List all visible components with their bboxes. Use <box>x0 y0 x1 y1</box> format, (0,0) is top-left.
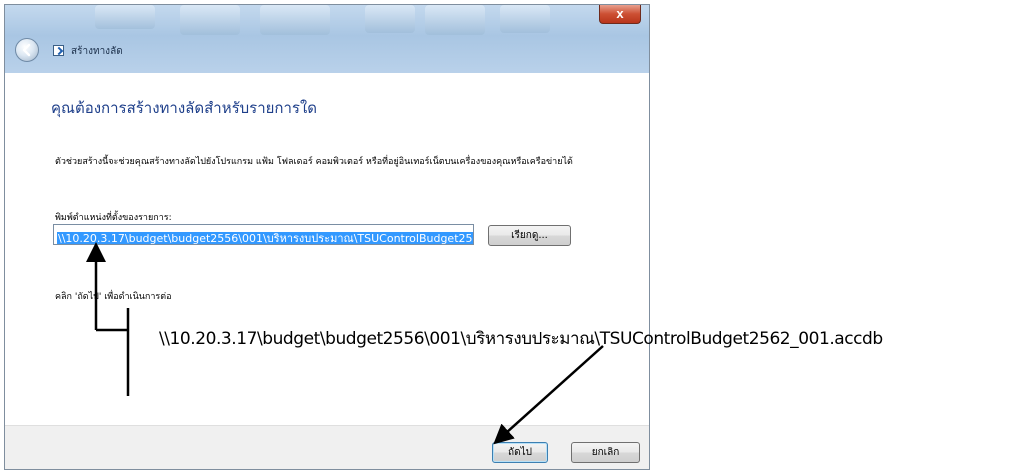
annotation-lines <box>86 242 604 445</box>
annotation-path-text: \\10.20.3.17\budget\budget2556\001\บริหา… <box>159 329 883 349</box>
arrow-to-next-button <box>493 345 604 445</box>
